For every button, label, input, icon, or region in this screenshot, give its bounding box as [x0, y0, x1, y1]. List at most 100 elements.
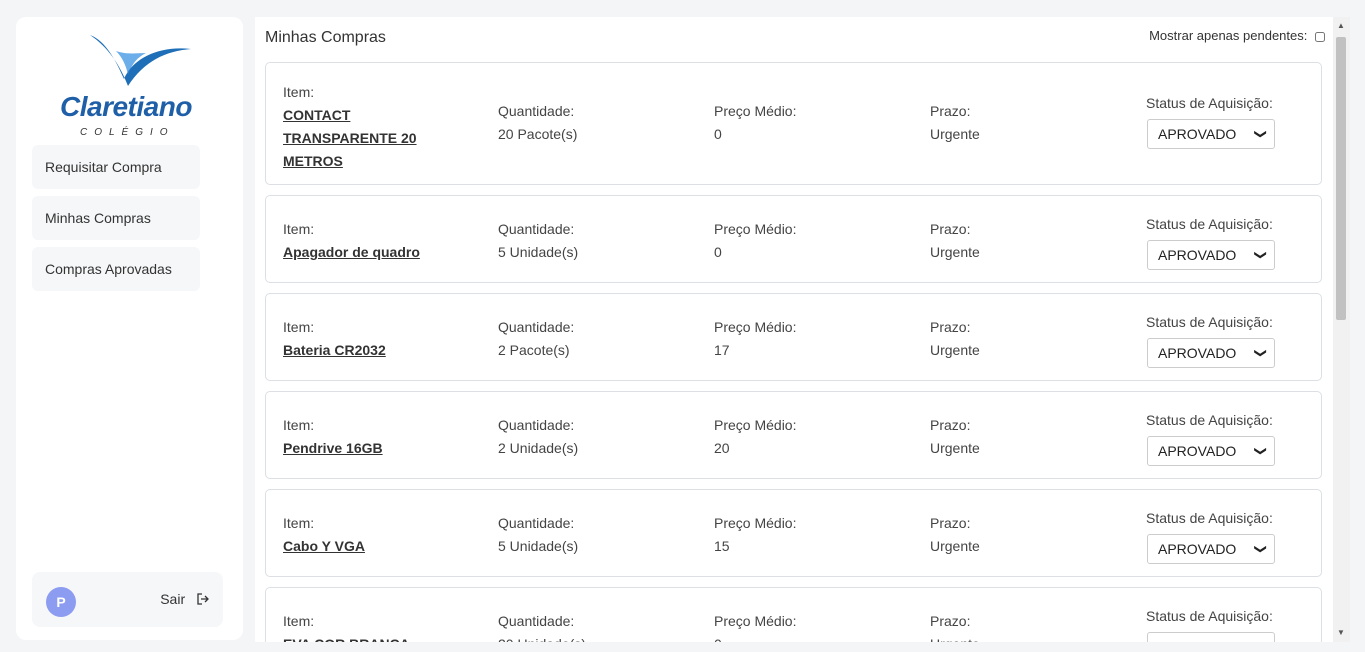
logout-icon — [197, 591, 209, 607]
item-field: Item: Bateria CR2032 — [283, 316, 443, 362]
deadline-label: Prazo: — [930, 103, 971, 119]
logout-label: Sair — [160, 591, 186, 607]
deadline-value: Urgente — [930, 538, 980, 554]
pending-filter-label: Mostrar apenas pendentes: — [1149, 28, 1308, 43]
item-link[interactable]: CONTACT TRANSPARENTE 20 METROS — [283, 104, 443, 173]
purchase-card: Item: Apagador de quadro Quantidade: 5 U… — [265, 195, 1322, 283]
quantity-value: 5 Unidade(s) — [498, 538, 579, 554]
price-label: Preço Médio: — [714, 515, 797, 531]
price-field: Preço Médio: 15 — [714, 512, 796, 558]
chevron-down-icon: ❯ — [1253, 543, 1268, 555]
pending-filter: Mostrar apenas pendentes: — [1149, 28, 1325, 43]
price-field: Preço Médio: 0 — [714, 218, 796, 264]
item-field: Item: Pendrive 16GB — [283, 414, 443, 460]
status-select[interactable]: APROVADO ❯ — [1147, 534, 1275, 564]
price-value: 0 — [714, 244, 722, 260]
deadline-value: Urgente — [930, 244, 980, 260]
status-select[interactable]: APROVADO ❯ — [1147, 436, 1275, 466]
item-link[interactable]: Bateria CR2032 — [283, 339, 443, 362]
quantity-value: 20 Unidade(s) — [498, 636, 586, 642]
quantity-field: Quantidade: 20 Pacote(s) — [498, 100, 577, 146]
price-field: Preço Médio: 20 — [714, 414, 796, 460]
quantity-label: Quantidade: — [498, 319, 575, 335]
status-value: APROVADO — [1158, 541, 1237, 557]
item-link[interactable]: EVA COR BRANCA — [283, 633, 443, 642]
sidebar-item-compras-aprovadas[interactable]: Compras Aprovadas — [32, 247, 200, 291]
deadline-field: Prazo: Urgente — [930, 218, 980, 264]
main-content: Minhas Compras Mostrar apenas pendentes:… — [255, 17, 1333, 642]
quantity-value: 2 Unidade(s) — [498, 440, 579, 456]
quantity-label: Quantidade: — [498, 417, 575, 433]
sidebar-item-requisitar-compra[interactable]: Requisitar Compra — [32, 145, 200, 189]
item-label: Item: — [283, 613, 315, 629]
bird-logo-icon — [90, 35, 191, 86]
status-value: APROVADO — [1158, 345, 1237, 361]
status-value: APROVADO — [1158, 443, 1237, 459]
item-link[interactable]: Cabo Y VGA — [283, 535, 443, 558]
status-select[interactable]: APROVADO ❯ — [1147, 338, 1275, 368]
status-select[interactable]: APROVADO ❯ — [1147, 119, 1275, 149]
logo: Claretiano COLÉGIO — [60, 31, 220, 141]
quantity-field: Quantidade: 20 Unidade(s) — [498, 610, 586, 642]
price-label: Preço Médio: — [714, 417, 797, 433]
item-label: Item: — [283, 417, 315, 433]
deadline-label: Prazo: — [930, 417, 971, 433]
status-label: Status de Aquisição: — [1146, 608, 1273, 624]
price-value: 0 — [714, 636, 722, 642]
quantity-value: 2 Pacote(s) — [498, 342, 570, 358]
quantity-field: Quantidade: 2 Pacote(s) — [498, 316, 574, 362]
deadline-label: Prazo: — [930, 221, 971, 237]
deadline-field: Prazo: Urgente — [930, 512, 980, 558]
avatar[interactable]: P — [46, 587, 76, 617]
purchase-card: Item: EVA COR BRANCA Quantidade: 20 Unid… — [265, 587, 1322, 642]
quantity-value: 20 Pacote(s) — [498, 126, 578, 142]
chevron-down-icon: ❯ — [1253, 128, 1268, 140]
sidebar-item-minhas-compras[interactable]: Minhas Compras — [32, 196, 200, 240]
price-label: Preço Médio: — [714, 221, 797, 237]
scroll-up-icon[interactable]: ▲ — [1337, 21, 1345, 30]
item-field: Item: CONTACT TRANSPARENTE 20 METROS — [283, 81, 443, 173]
purchase-card: Item: Pendrive 16GB Quantidade: 2 Unidad… — [265, 391, 1322, 479]
deadline-field: Prazo: Urgente — [930, 316, 980, 362]
purchase-card: Item: Bateria CR2032 Quantidade: 2 Pacot… — [265, 293, 1322, 381]
chevron-down-icon: ❯ — [1253, 445, 1268, 457]
status-select[interactable]: APROVADO ❯ — [1147, 240, 1275, 270]
item-field: Item: Apagador de quadro — [283, 218, 443, 264]
quantity-label: Quantidade: — [498, 613, 575, 629]
quantity-label: Quantidade: — [498, 221, 575, 237]
deadline-label: Prazo: — [930, 319, 971, 335]
price-label: Preço Médio: — [714, 319, 797, 335]
deadline-value: Urgente — [930, 636, 980, 642]
sidebar: Claretiano COLÉGIO Requisitar Compra Min… — [16, 17, 243, 640]
status-label: Status de Aquisição: — [1146, 510, 1273, 526]
pending-filter-checkbox[interactable] — [1315, 31, 1325, 42]
deadline-label: Prazo: — [930, 613, 971, 629]
price-field: Preço Médio: 0 — [714, 100, 796, 146]
status-label: Status de Aquisição: — [1146, 216, 1273, 232]
item-label: Item: — [283, 319, 315, 335]
item-field: Item: EVA COR BRANCA — [283, 610, 443, 642]
price-field: Preço Médio: 17 — [714, 316, 796, 362]
deadline-value: Urgente — [930, 440, 980, 456]
logout-button[interactable]: Sair — [160, 591, 209, 607]
price-value: 0 — [714, 126, 722, 142]
quantity-label: Quantidade: — [498, 515, 575, 531]
status-label: Status de Aquisição: — [1146, 314, 1273, 330]
item-link[interactable]: Apagador de quadro — [283, 241, 443, 264]
item-field: Item: Cabo Y VGA — [283, 512, 443, 558]
status-label: Status de Aquisição: — [1146, 95, 1273, 111]
deadline-field: Prazo: Urgente — [930, 414, 980, 460]
chevron-down-icon: ❯ — [1253, 249, 1268, 261]
deadline-field: Prazo: Urgente — [930, 610, 980, 642]
scroll-thumb[interactable] — [1336, 37, 1346, 320]
scroll-down-icon[interactable]: ▼ — [1337, 628, 1345, 637]
deadline-value: Urgente — [930, 126, 980, 142]
price-value: 17 — [714, 342, 730, 358]
logo-text: Claretiano — [60, 91, 192, 122]
deadline-label: Prazo: — [930, 515, 971, 531]
item-link[interactable]: Pendrive 16GB — [283, 437, 443, 460]
quantity-field: Quantidade: 5 Unidade(s) — [498, 218, 578, 264]
status-select[interactable]: APROVADO ❯ — [1147, 632, 1275, 642]
price-field: Preço Médio: 0 — [714, 610, 796, 642]
scrollbar[interactable]: ▲ ▼ — [1333, 17, 1350, 642]
